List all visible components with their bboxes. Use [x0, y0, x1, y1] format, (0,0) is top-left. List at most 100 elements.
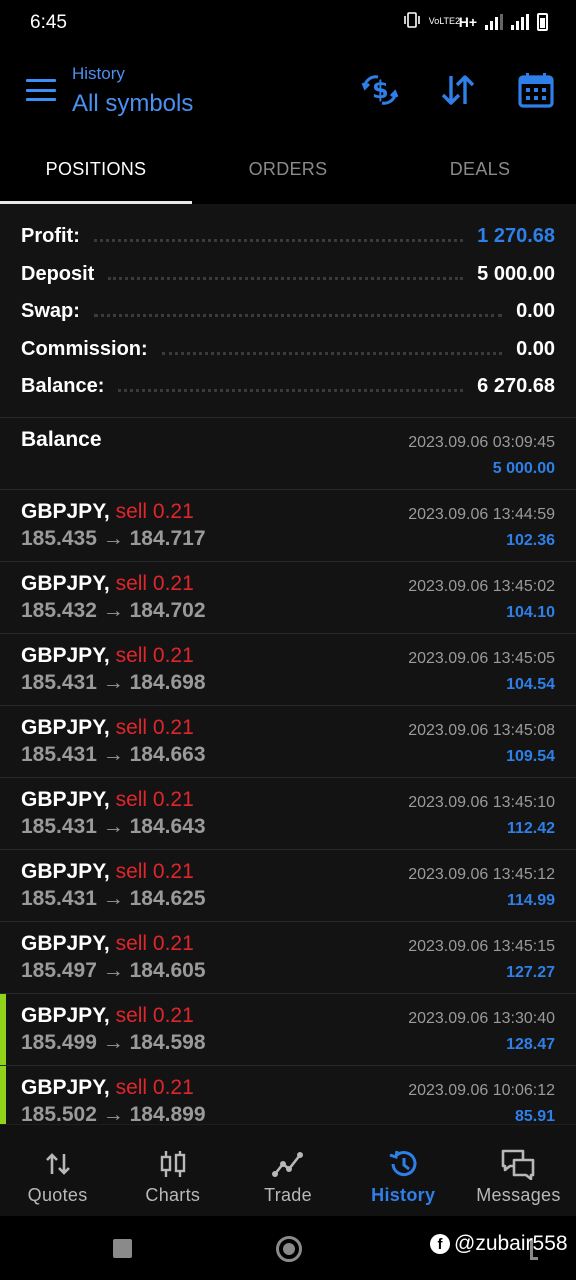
position-time: 2023.09.06 13:45:12: [408, 866, 555, 883]
history-tabs: POSITIONS ORDERS DEALS: [0, 140, 576, 204]
watermark-text: @zubair558: [454, 1232, 568, 1255]
nav-history[interactable]: History: [346, 1125, 461, 1216]
candlestick-icon: [159, 1147, 187, 1181]
tab-positions[interactable]: POSITIONS: [0, 140, 192, 204]
position-prices: 185.431 → 184.625: [21, 887, 206, 911]
open-price: 185.431: [21, 671, 97, 694]
open-price: 185.431: [21, 887, 97, 910]
position-symbol: GBPJPY,: [21, 1076, 110, 1099]
position-time: 2023.09.06 10:06:12: [408, 1082, 555, 1099]
balance-entry[interactable]: Balance 2023.09.06 03:09:45 5 000.00: [0, 418, 576, 490]
position-row[interactable]: GBPJPY, sell 0.21 185.431 → 184.643 2023.0…: [0, 778, 576, 850]
position-side: sell 0.21: [115, 932, 194, 955]
header-subtitle: History: [72, 64, 125, 83]
profit-label: Profit:: [21, 225, 80, 248]
position-prices: 185.502 → 184.899: [21, 1103, 206, 1124]
position-prices: 185.435 → 184.717: [21, 527, 206, 551]
arrow-icon: →: [102, 743, 124, 766]
balance-entry-amount: 5 000.00: [492, 460, 555, 477]
close-price: 184.698: [129, 671, 206, 694]
swap-label: Swap:: [21, 300, 80, 323]
arrow-icon: →: [102, 527, 124, 550]
position-title: GBPJPY, sell 0.21: [21, 644, 194, 668]
chat-bubbles-icon: [500, 1147, 536, 1181]
position-prices: 185.497 → 184.605: [21, 959, 206, 983]
profit-value: 1 270.68: [477, 225, 555, 248]
position-profit: 112.42: [506, 820, 555, 837]
tab-deals[interactable]: DEALS: [384, 140, 576, 204]
position-prices: 185.431 → 184.663: [21, 743, 206, 767]
position-row[interactable]: GBPJPY, sell 0.21 185.431 → 184.663 2023.0…: [0, 706, 576, 778]
dots-divider: [93, 314, 503, 318]
vibrate-icon: [403, 12, 421, 31]
commission-value: 0.00: [516, 337, 555, 360]
arrow-icon: →: [102, 959, 124, 982]
position-time: 2023.09.06 13:45:02: [408, 578, 555, 595]
dots-divider: [118, 389, 464, 393]
arrow-icon: →: [102, 1031, 124, 1054]
arrow-icon: →: [102, 815, 124, 838]
system-nav-bar: f @zubair558: [0, 1216, 576, 1280]
home-button[interactable]: [276, 1236, 302, 1262]
trend-line-icon: [272, 1147, 304, 1181]
position-symbol: GBPJPY,: [21, 572, 110, 595]
menu-icon[interactable]: [26, 79, 56, 101]
nav-history-label: History: [371, 1185, 436, 1205]
position-profit: 127.27: [506, 964, 555, 981]
position-symbol: GBPJPY,: [21, 644, 110, 667]
sort-icon[interactable]: [438, 70, 478, 110]
position-row[interactable]: GBPJPY, sell 0.21 185.431 → 184.698 2023.0…: [0, 634, 576, 706]
position-title: GBPJPY, sell 0.21: [21, 716, 194, 740]
facebook-icon: f: [430, 1234, 450, 1254]
nav-charts-label: Charts: [145, 1185, 201, 1205]
position-prices: 185.431 → 184.643: [21, 815, 206, 839]
currency-exchange-icon[interactable]: $: [360, 70, 400, 110]
tab-orders[interactable]: ORDERS: [192, 140, 384, 204]
close-price: 184.717: [129, 527, 206, 550]
app-header: History All symbols $: [0, 48, 576, 140]
position-profit: 104.10: [506, 604, 555, 621]
position-title: GBPJPY, sell 0.21: [21, 788, 194, 812]
position-prices: 185.432 → 184.702: [21, 599, 206, 623]
nav-messages[interactable]: Messages: [461, 1125, 576, 1216]
position-row[interactable]: GBPJPY, sell 0.21 185.435 → 184.717 2023.0…: [0, 490, 576, 562]
close-price: 184.605: [129, 959, 206, 982]
position-symbol: GBPJPY,: [21, 788, 110, 811]
close-price: 184.899: [129, 1103, 206, 1124]
balance-entry-title: Balance: [21, 428, 102, 451]
close-price: 184.643: [129, 815, 206, 838]
dots-divider: [108, 276, 464, 280]
position-row[interactable]: GBPJPY, sell 0.21 185.432 → 184.702 2023.0…: [0, 562, 576, 634]
arrow-icon: →: [102, 887, 124, 910]
position-side: sell 0.21: [115, 500, 194, 523]
position-side: sell 0.21: [115, 572, 194, 595]
position-row[interactable]: GBPJPY, sell 0.21 185.431 → 184.625 2023.0…: [0, 850, 576, 922]
balance-label: Balance:: [21, 375, 105, 398]
position-row[interactable]: GBPJPY, sell 0.21 185.499 → 184.598 2023.0…: [0, 994, 576, 1066]
position-side: sell 0.21: [115, 1004, 194, 1027]
nav-charts[interactable]: Charts: [115, 1125, 230, 1216]
position-prices: 185.499 → 184.598: [21, 1031, 206, 1055]
signal-2-icon: [511, 13, 529, 30]
deposit-value: 5 000.00: [477, 262, 555, 285]
nav-trade[interactable]: Trade: [230, 1125, 345, 1216]
position-title: GBPJPY, sell 0.21: [21, 860, 194, 884]
status-icons: VoLTE2 H+: [403, 12, 548, 31]
position-profit: 102.36: [506, 532, 555, 549]
nav-quotes[interactable]: Quotes: [0, 1125, 115, 1216]
network-label: H+: [458, 13, 477, 30]
position-side: sell 0.21: [115, 1076, 194, 1099]
bottom-nav: Quotes Charts Trade History Messages: [0, 1124, 576, 1216]
svg-text:$: $: [372, 76, 389, 104]
calendar-icon[interactable]: [516, 70, 556, 110]
commission-label: Commission:: [21, 337, 148, 360]
open-price: 185.431: [21, 743, 97, 766]
quotes-arrows-icon: [44, 1147, 72, 1181]
header-title[interactable]: All symbols: [72, 90, 193, 118]
position-row[interactable]: GBPJPY, sell 0.21 185.497 → 184.605 2023.0…: [0, 922, 576, 994]
header-actions: $: [360, 70, 556, 110]
position-side: sell 0.21: [115, 860, 194, 883]
close-price: 184.598: [129, 1031, 206, 1054]
recents-button[interactable]: [113, 1239, 132, 1258]
position-row[interactable]: GBPJPY, sell 0.21 185.502 → 184.899 2023.0…: [0, 1066, 576, 1124]
